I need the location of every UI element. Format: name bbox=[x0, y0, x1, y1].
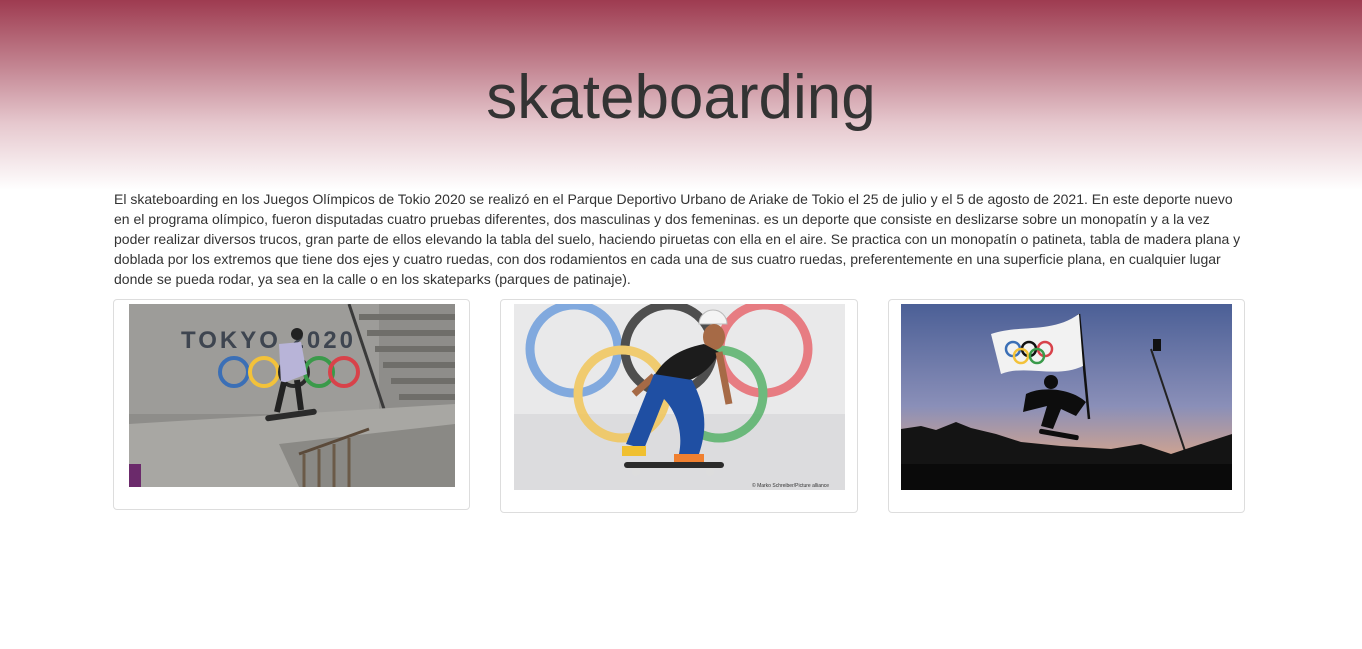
gallery-card-skater-rings: © Marko Schreiber/Picture alliance bbox=[500, 299, 858, 513]
gallery-card-flag-silhouette bbox=[888, 299, 1245, 513]
skater-flag-silhouette-image bbox=[901, 304, 1232, 490]
gallery-card-tokyo: TOKYO 2020 bbox=[113, 299, 470, 510]
intro-paragraph: El skateboarding en los Juegos Olímpicos… bbox=[114, 191, 1241, 287]
skater-olympic-rings-image: © Marko Schreiber/Picture alliance bbox=[514, 304, 845, 490]
page-title: skateboarding bbox=[486, 63, 876, 132]
photo-credit: © Marko Schreiber/Picture alliance bbox=[752, 482, 829, 489]
skater-tokyo-wall-image: TOKYO 2020 bbox=[129, 304, 455, 487]
tokyo-wall-text: TOKYO 2020 bbox=[181, 327, 356, 354]
